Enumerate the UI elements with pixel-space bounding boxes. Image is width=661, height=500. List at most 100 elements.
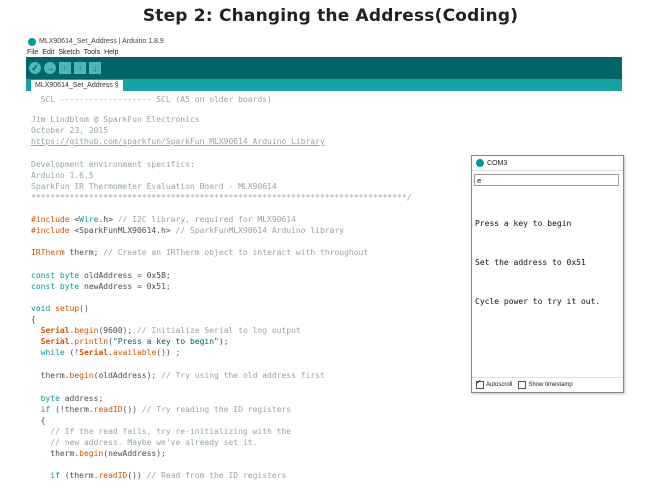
code-token: if — [31, 471, 60, 480]
verify-icon[interactable]: ✓ — [29, 62, 41, 74]
code-token: // SparkFunMLX90614 Arduino library — [175, 226, 345, 235]
code-line: while (!Serial.available()) ; — [31, 348, 181, 357]
code-token: < — [69, 215, 80, 224]
menu-sketch[interactable]: Sketch — [58, 49, 79, 56]
code-token: available — [112, 348, 157, 357]
code-line: { — [31, 315, 36, 324]
code-token: setup — [50, 304, 80, 313]
code-token: newAddress = 0x51; — [79, 282, 171, 291]
code-line: therm.begin(oldAddress); // Try using th… — [31, 371, 325, 380]
upload-icon[interactable]: → — [44, 62, 56, 74]
menu-help[interactable]: Help — [104, 49, 118, 56]
code-line: if (therm.readID()) // Read from the ID … — [31, 471, 286, 480]
toolbar: ✓ → ▫ ↑ ↓ — [26, 57, 622, 79]
menu-edit[interactable]: Edit — [42, 49, 54, 56]
code-line: IRTherm therm; // Create an IRTherm obje… — [31, 248, 368, 257]
code-token: // Initialize Serial to log output — [136, 326, 301, 335]
code-line: byte address; — [31, 394, 104, 403]
code-line: therm.begin(newAddress); — [31, 449, 166, 458]
code-token: ()) — [122, 405, 142, 414]
serial-monitor-footer: Autoscroll Show timestamp — [472, 377, 623, 392]
code-token: begin — [69, 371, 94, 380]
code-token: ); — [218, 337, 229, 346]
tab-bar: MLX90614_Set_Address § — [26, 79, 622, 91]
code-token: "Press a key to begin" — [112, 337, 219, 346]
code-line: Serial.begin(9600); // Initialize Serial… — [31, 326, 301, 335]
code-line: if (!therm.readID()) // Try reading the … — [31, 405, 291, 414]
code-token: therm; — [64, 248, 104, 257]
code-line: #include <Wire.h> // I2C library, requir… — [31, 215, 296, 224]
serial-output-line: Cycle power to try it out. — [475, 297, 601, 306]
save-icon[interactable]: ↓ — [89, 62, 101, 74]
code-line: { — [31, 416, 46, 425]
code-token: (oldAddress); — [93, 371, 162, 380]
open-icon[interactable]: ↑ — [74, 62, 86, 74]
code-token: // I2C library, required for MLX90614 — [117, 215, 296, 224]
code-token: byte — [55, 271, 80, 280]
code-token: Serial — [31, 326, 70, 335]
code-line: Development environment specifics: — [31, 160, 195, 169]
serial-output: Press a key to begin Set the address to … — [475, 191, 600, 334]
code-token: const — [31, 282, 56, 291]
serial-monitor-title: COM3 — [487, 159, 508, 167]
code-token: // Try using the old address first — [161, 371, 325, 380]
code-token: // Try reading the ID registers — [141, 405, 292, 414]
page-title: Step 2: Changing the Address(Coding) — [142, 6, 519, 26]
tab-sketch[interactable]: MLX90614_Set_Address § — [31, 80, 123, 91]
autoscroll-label: Autoscroll — [486, 382, 513, 388]
code-line: Arduino 1.6.5 — [31, 171, 94, 180]
timestamp-checkbox[interactable] — [518, 381, 527, 389]
code-line: SCL ------------------- SCL (A5 on older… — [31, 95, 272, 104]
arduino-icon — [28, 37, 36, 46]
menu-bar: File Edit Sketch Tools Help — [26, 47, 622, 57]
code-token: () — [79, 304, 89, 313]
code-token: oldAddress = 0x5B; — [79, 271, 171, 280]
code-link[interactable]: https://github.com/sparkfun/SparkFun_MLX… — [31, 137, 325, 146]
code-token: byte — [55, 282, 80, 291]
new-icon[interactable]: ▫ — [59, 62, 71, 74]
code-token: begin — [79, 449, 104, 458]
serial-input-field[interactable]: e — [474, 174, 619, 186]
code-token: therm. — [31, 371, 70, 380]
code-line: SparkFun IR Thermometer Evaluation Board… — [31, 182, 277, 191]
timestamp-label: Show timestamp — [528, 382, 573, 388]
code-token: (!therm. — [50, 405, 94, 414]
serial-output-line: Press a key to begin — [475, 219, 572, 228]
code-line: #include <SparkFunMLX90614.h> // SparkFu… — [31, 226, 344, 235]
code-line: ****************************************… — [31, 193, 412, 202]
code-line: const byte newAddress = 0x51; — [31, 282, 171, 291]
code-token: byte — [31, 394, 60, 403]
code-line: Serial.println("Press a key to begin"); — [31, 337, 229, 346]
window-title: MLX90614_Set_Address | Arduino 1.8.9 — [39, 38, 164, 45]
code-token: .h> — [98, 215, 118, 224]
code-token: therm. — [31, 449, 80, 458]
serial-monitor-titlebar: COM3 — [472, 156, 623, 171]
menu-file[interactable]: File — [27, 49, 38, 56]
serial-monitor-window: COM3 e Press a key to begin Set the addr… — [471, 155, 624, 393]
code-token: Serial — [79, 348, 109, 357]
window-titlebar: MLX90614_Set_Address | Arduino 1.8.9 — [26, 36, 622, 47]
code-token: begin — [74, 326, 99, 335]
code-token: // Read from the ID registers — [146, 471, 287, 480]
code-line: // new address. Maybe we've already set … — [31, 438, 258, 447]
code-token: (! — [64, 348, 80, 357]
code-token: (9600); — [98, 326, 137, 335]
code-token: #include — [31, 215, 70, 224]
menu-tools[interactable]: Tools — [84, 49, 100, 56]
code-token: println — [74, 337, 109, 346]
code-token: ()) — [127, 471, 147, 480]
code-token: (newAddress); — [103, 449, 166, 458]
code-token: <SparkFunMLX90614.h> — [69, 226, 176, 235]
arduino-icon — [476, 159, 484, 167]
code-token: Serial — [31, 337, 70, 346]
code-token: readID — [98, 471, 128, 480]
code-line: October 23, 2015 — [31, 126, 109, 135]
code-token: void — [31, 304, 51, 313]
code-line: Jim Lindblom @ SparkFun Electronics — [31, 115, 200, 124]
code-token: const — [31, 271, 56, 280]
code-line: // If the read fails, try re-initializin… — [31, 427, 292, 436]
code-token: ()) ; — [156, 348, 181, 357]
autoscroll-checkbox[interactable] — [476, 378, 484, 389]
code-token: #include — [31, 226, 70, 235]
code-token: // Create an IRTherm object to interact … — [103, 248, 369, 257]
